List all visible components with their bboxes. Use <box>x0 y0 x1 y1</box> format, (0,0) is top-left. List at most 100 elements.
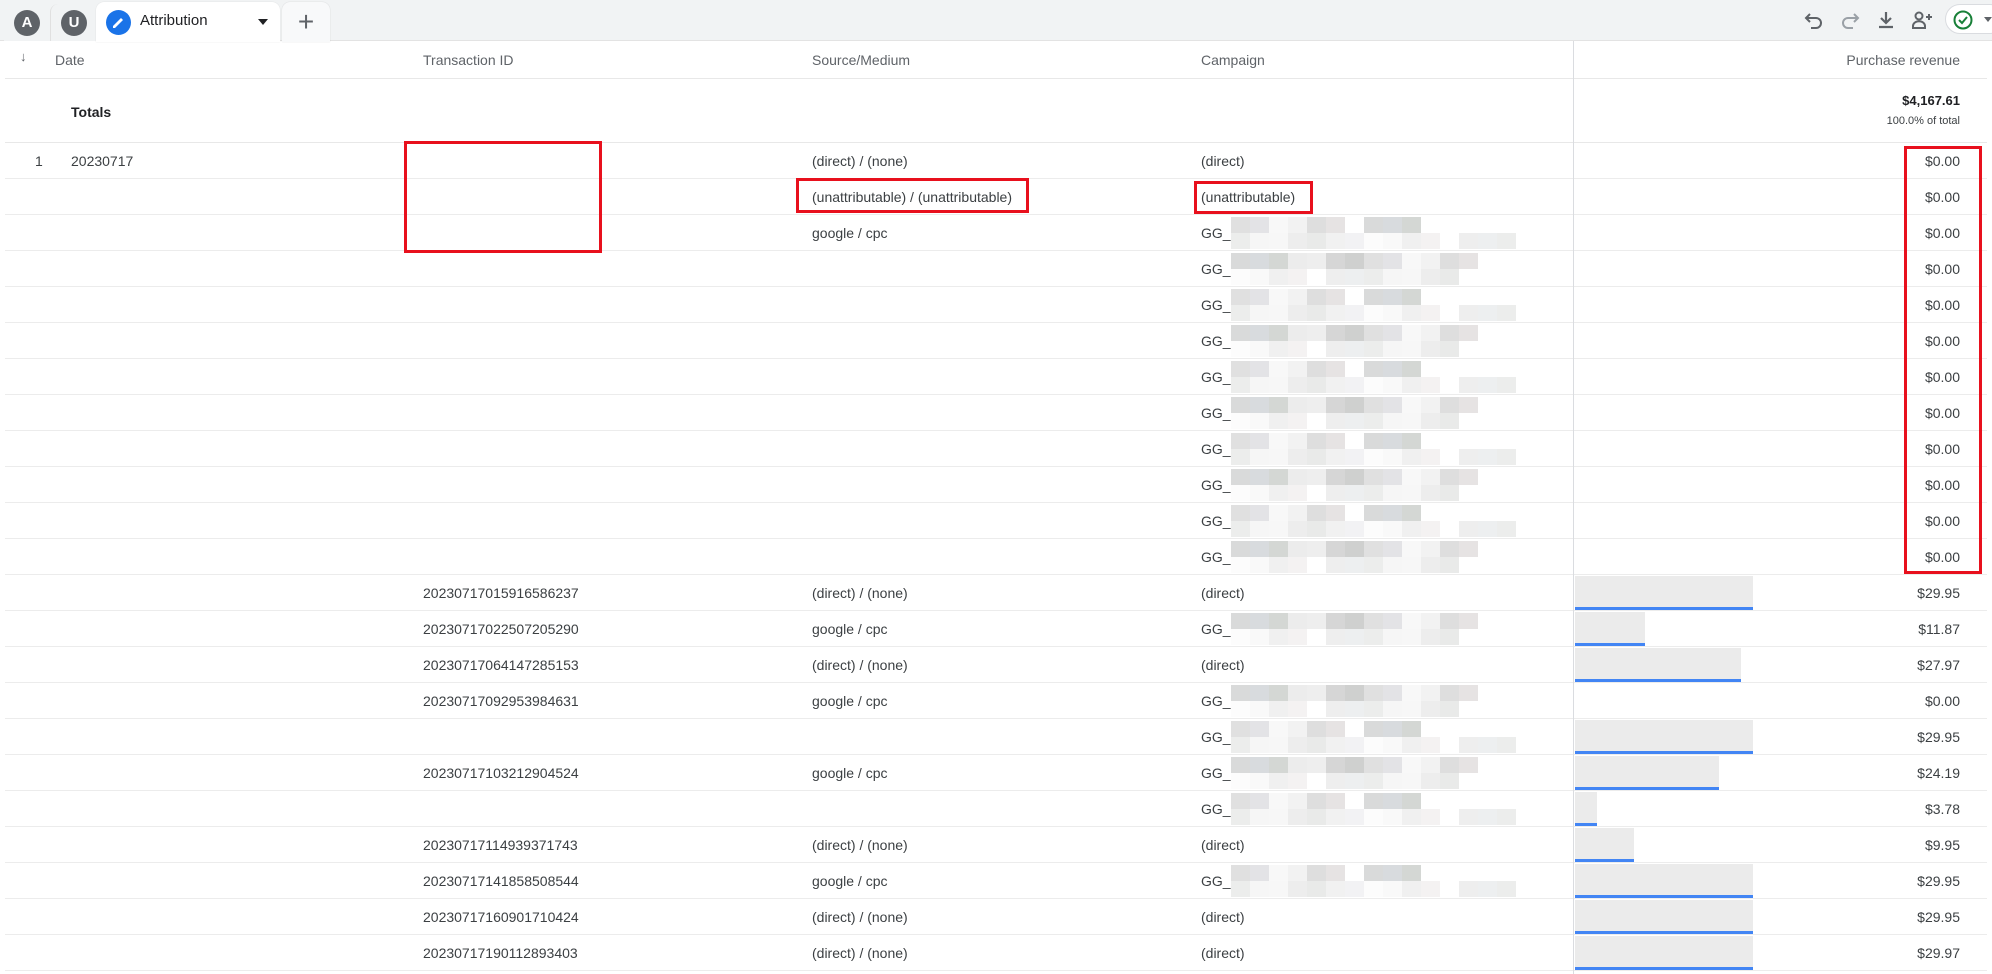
cell-source-medium: (direct) / (none) <box>812 585 908 601</box>
cell-campaign: (unattributable) <box>1201 189 1296 205</box>
cell-campaign: GG_ <box>1201 801 1231 817</box>
sort-arrow-icon[interactable]: ↓ <box>20 49 27 64</box>
table-row[interactable]: GG_ $0.00 <box>5 503 1987 539</box>
table-row[interactable]: GG_ $0.00 <box>5 395 1987 431</box>
cell-transaction-id: 20230717114939371743 <box>423 837 578 853</box>
table-row[interactable]: GG_ $0.00 <box>5 539 1987 575</box>
cell-transaction-id: 20230717160901710424 <box>423 909 579 925</box>
segment-tab-a[interactable]: A <box>4 4 50 41</box>
cell-source-medium: (direct) / (none) <box>812 909 908 925</box>
cell-purchase-revenue: $0.00 <box>1924 477 1960 493</box>
col-header-purchase-revenue[interactable]: Purchase revenue <box>1846 52 1960 68</box>
table-row[interactable]: 20230717103212904524 google / cpc GG_ $24.1… <box>5 755 1987 791</box>
table-row[interactable]: GG_ $3.78 <box>5 791 1987 827</box>
status-dropdown[interactable] <box>1945 4 1992 34</box>
plus-icon: + <box>297 6 315 37</box>
cell-purchase-revenue: $29.95 <box>1917 729 1960 745</box>
revenue-bar <box>1575 936 1753 970</box>
tab-attribution[interactable]: Attribution <box>96 2 280 42</box>
table-row[interactable]: GG_ $0.00 <box>5 359 1987 395</box>
revenue-bar <box>1575 900 1753 934</box>
redacted-campaign-name <box>1231 325 1478 357</box>
table-row[interactable]: google / cpc GG_ $0.00 <box>5 215 1987 251</box>
cell-campaign: GG_ <box>1201 693 1231 709</box>
table-header: ↓ Date Transaction ID Source/Medium Camp… <box>5 41 1987 79</box>
col-header-source-medium[interactable]: Source/Medium <box>812 52 910 68</box>
cell-purchase-revenue: $0.00 <box>1924 693 1960 709</box>
cell-campaign: (direct) <box>1201 945 1245 961</box>
col-header-campaign[interactable]: Campaign <box>1201 52 1265 68</box>
totals-value: $4,167.61 <box>1902 93 1960 108</box>
cell-purchase-revenue: $0.00 <box>1924 153 1960 169</box>
undo-icon[interactable] <box>1802 8 1826 32</box>
redacted-campaign-name <box>1231 289 1516 321</box>
cell-campaign: GG_ <box>1201 765 1231 781</box>
cell-campaign: (direct) <box>1201 153 1245 169</box>
table-row[interactable]: 20230717064147285153 (direct) / (none) (di… <box>5 647 1987 683</box>
cell-campaign: GG_ <box>1201 261 1231 277</box>
table-row[interactable]: GG_ $29.95 <box>5 719 1987 755</box>
revenue-bar <box>1575 648 1741 682</box>
segment-tab-u[interactable]: U <box>50 4 96 41</box>
cell-purchase-revenue: $27.97 <box>1917 657 1960 673</box>
segment-avatar-a: A <box>14 10 40 36</box>
totals-percent: 100.0% of total <box>1886 115 1960 127</box>
redacted-campaign-name <box>1231 397 1478 429</box>
cell-purchase-revenue: $0.00 <box>1924 549 1960 565</box>
download-icon[interactable] <box>1874 8 1898 32</box>
totals-row: Totals $4,167.61 100.0% of total <box>5 79 1987 143</box>
cell-purchase-revenue: $29.95 <box>1917 873 1960 889</box>
table-row[interactable]: GG_ $0.00 <box>5 431 1987 467</box>
cell-purchase-revenue: $0.00 <box>1924 225 1960 241</box>
cell-purchase-revenue: $0.00 <box>1924 369 1960 385</box>
share-users-icon[interactable] <box>1910 8 1934 32</box>
cell-transaction-id: 20230717092953984631 <box>423 693 579 709</box>
table-row[interactable]: 20230717092953984631 google / cpc GG_ $0.00 <box>5 683 1987 719</box>
cell-campaign: GG_ <box>1201 477 1231 493</box>
table-row[interactable]: GG_ $0.00 <box>5 251 1987 287</box>
cell-purchase-revenue: $0.00 <box>1924 189 1960 205</box>
redacted-campaign-name <box>1231 757 1478 789</box>
totals-label: Totals <box>71 104 112 120</box>
col-header-transaction-id[interactable]: Transaction ID <box>423 52 514 68</box>
cell-purchase-revenue: $29.95 <box>1917 585 1960 601</box>
table-row[interactable]: (unattributable) / (unattributable) (unat… <box>5 179 1987 215</box>
cell-campaign: GG_ <box>1201 369 1231 385</box>
table-row[interactable]: 20230717022507205290 google / cpc GG_ $11.8… <box>5 611 1987 647</box>
cell-campaign: GG_ <box>1201 225 1231 241</box>
cell-campaign: GG_ <box>1201 333 1231 349</box>
cell-campaign: GG_ <box>1201 513 1231 529</box>
table-row[interactable]: 20230717160901710424 (direct) / (none) (di… <box>5 899 1987 935</box>
tab-label: Attribution <box>140 12 208 29</box>
col-header-date[interactable]: Date <box>55 52 85 68</box>
table-row[interactable]: 1 20230717 (direct) / (none) (direct) $0.00 <box>5 143 1987 179</box>
cell-date: 20230717 <box>71 153 134 169</box>
redacted-campaign-name <box>1231 541 1478 573</box>
table-row[interactable]: 20230717015916586237 (direct) / (none) (di… <box>5 575 1987 611</box>
cell-source-medium: (direct) / (none) <box>812 837 908 853</box>
table-row[interactable]: 20230717141858508544 google / cpc GG_ $29.9… <box>5 863 1987 899</box>
cell-transaction-id: 20230717015916586237 <box>423 585 579 601</box>
revenue-bar <box>1575 792 1597 826</box>
cell-source-medium: google / cpc <box>812 693 888 709</box>
revenue-bar <box>1575 612 1645 646</box>
cell-source-medium: (direct) / (none) <box>812 657 908 673</box>
table-row[interactable]: GG_ $0.00 <box>5 323 1987 359</box>
revenue-bar <box>1575 828 1634 862</box>
table-row[interactable]: 20230717190112893403 (direct) / (none) (di… <box>5 935 1987 971</box>
tab-dropdown-icon[interactable] <box>258 19 268 25</box>
table-row[interactable]: 20230717114939371743 (direct) / (none) (di… <box>5 827 1987 863</box>
redacted-campaign-name <box>1231 361 1516 393</box>
redacted-campaign-name <box>1231 433 1516 465</box>
table-row[interactable]: GG_ $0.00 <box>5 287 1987 323</box>
segment-avatar-u: U <box>61 10 87 36</box>
add-tab-button[interactable]: + <box>282 2 330 42</box>
cell-campaign: GG_ <box>1201 549 1231 565</box>
cell-transaction-id: 20230717190112893403 <box>423 945 578 961</box>
table-row[interactable]: GG_ $0.00 <box>5 467 1987 503</box>
revenue-bar <box>1575 576 1753 610</box>
cell-transaction-id: 20230717141858508544 <box>423 873 579 889</box>
redo-icon[interactable] <box>1838 8 1862 32</box>
cell-transaction-id: 20230717064147285153 <box>423 657 579 673</box>
cell-source-medium: google / cpc <box>812 621 888 637</box>
